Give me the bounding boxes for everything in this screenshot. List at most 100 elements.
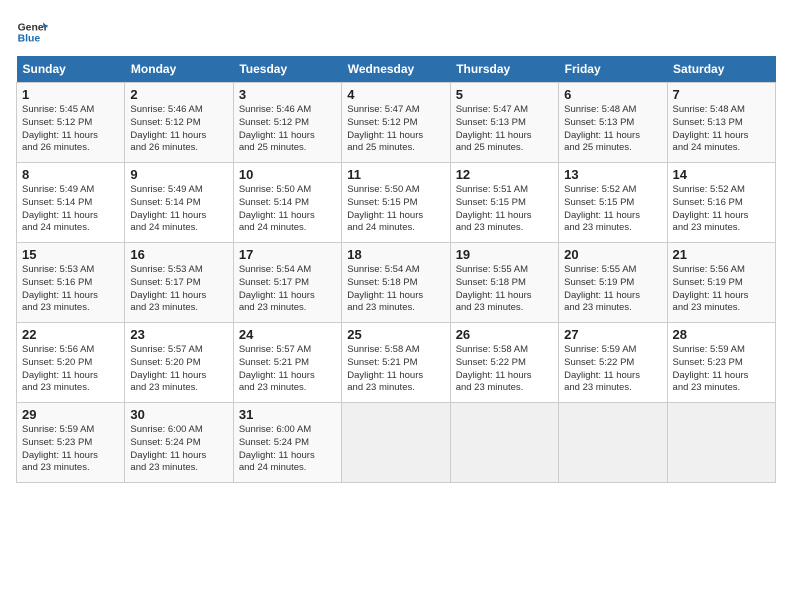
day-number: 9	[130, 167, 227, 182]
calendar-cell: 25 Sunrise: 5:58 AMSunset: 5:21 PMDayligh…	[342, 323, 450, 403]
day-number: 24	[239, 327, 336, 342]
calendar-cell	[450, 403, 558, 483]
day-detail: Sunrise: 5:56 AMSunset: 5:19 PMDaylight:…	[673, 264, 770, 315]
day-number: 2	[130, 87, 227, 102]
day-detail: Sunrise: 6:00 AMSunset: 5:24 PMDaylight:…	[239, 424, 336, 475]
calendar-cell: 6 Sunrise: 5:48 AMSunset: 5:13 PMDaylight…	[559, 83, 667, 163]
day-number: 7	[673, 87, 770, 102]
calendar-cell: 31 Sunrise: 6:00 AMSunset: 5:24 PMDayligh…	[233, 403, 341, 483]
calendar-row: 22Sunrise: 5:56 AMSunset: 5:20 PMDayligh…	[17, 323, 776, 403]
calendar-row: 29 Sunrise: 5:59 AMSunset: 5:23 PMDayligh…	[17, 403, 776, 483]
day-number: 28	[673, 327, 770, 342]
day-number: 17	[239, 247, 336, 262]
day-detail: Sunrise: 5:50 AMSunset: 5:15 PMDaylight:…	[347, 184, 444, 235]
calendar-cell: 24Sunrise: 5:57 AMSunset: 5:21 PMDayligh…	[233, 323, 341, 403]
day-number: 3	[239, 87, 336, 102]
day-number: 21	[673, 247, 770, 262]
calendar-cell: 16 Sunrise: 5:53 AMSunset: 5:17 PMDayligh…	[125, 243, 233, 323]
weekday-cell: Monday	[125, 56, 233, 83]
day-detail: Sunrise: 5:59 AMSunset: 5:22 PMDaylight:…	[564, 344, 661, 395]
day-detail: Sunrise: 5:59 AMSunset: 5:23 PMDaylight:…	[22, 424, 119, 475]
calendar-cell: 12 Sunrise: 5:51 AMSunset: 5:15 PMDayligh…	[450, 163, 558, 243]
calendar-cell	[559, 403, 667, 483]
calendar-row: 8 Sunrise: 5:49 AMSunset: 5:14 PMDaylight…	[17, 163, 776, 243]
day-detail: Sunrise: 5:50 AMSunset: 5:14 PMDaylight:…	[239, 184, 336, 235]
weekday-cell: Wednesday	[342, 56, 450, 83]
day-number: 19	[456, 247, 553, 262]
day-detail: Sunrise: 5:51 AMSunset: 5:15 PMDaylight:…	[456, 184, 553, 235]
day-number: 18	[347, 247, 444, 262]
calendar-cell: 27 Sunrise: 5:59 AMSunset: 5:22 PMDayligh…	[559, 323, 667, 403]
calendar-cell: 19Sunrise: 5:55 AMSunset: 5:18 PMDayligh…	[450, 243, 558, 323]
day-detail: Sunrise: 5:58 AMSunset: 5:22 PMDaylight:…	[456, 344, 553, 395]
day-number: 25	[347, 327, 444, 342]
day-number: 13	[564, 167, 661, 182]
day-number: 23	[130, 327, 227, 342]
day-number: 11	[347, 167, 444, 182]
calendar-row: 1 Sunrise: 5:45 AMSunset: 5:12 PMDaylight…	[17, 83, 776, 163]
day-detail: Sunrise: 5:48 AMSunset: 5:13 PMDaylight:…	[564, 104, 661, 155]
calendar-cell: 9Sunrise: 5:49 AMSunset: 5:14 PMDaylight…	[125, 163, 233, 243]
calendar-cell: 30 Sunrise: 6:00 AMSunset: 5:24 PMDayligh…	[125, 403, 233, 483]
svg-text:Blue: Blue	[18, 34, 41, 45]
calendar-cell: 18 Sunrise: 5:54 AMSunset: 5:18 PMDayligh…	[342, 243, 450, 323]
day-detail: Sunrise: 5:54 AMSunset: 5:17 PMDaylight:…	[239, 264, 336, 315]
day-number: 27	[564, 327, 661, 342]
day-number: 1	[22, 87, 119, 102]
calendar-cell: 20Sunrise: 5:55 AMSunset: 5:19 PMDayligh…	[559, 243, 667, 323]
calendar-cell: 28 Sunrise: 5:59 AMSunset: 5:23 PMDayligh…	[667, 323, 775, 403]
weekday-cell: Thursday	[450, 56, 558, 83]
page-header: General Blue	[16, 16, 776, 48]
day-detail: Sunrise: 5:46 AMSunset: 5:12 PMDaylight:…	[130, 104, 227, 155]
day-number: 30	[130, 407, 227, 422]
weekday-cell: Friday	[559, 56, 667, 83]
day-number: 22	[22, 327, 119, 342]
day-detail: Sunrise: 5:53 AMSunset: 5:16 PMDaylight:…	[22, 264, 119, 315]
day-detail: Sunrise: 5:59 AMSunset: 5:23 PMDaylight:…	[673, 344, 770, 395]
day-number: 4	[347, 87, 444, 102]
calendar-cell: 26 Sunrise: 5:58 AMSunset: 5:22 PMDayligh…	[450, 323, 558, 403]
day-detail: Sunrise: 5:57 AMSunset: 5:20 PMDaylight:…	[130, 344, 227, 395]
day-detail: Sunrise: 5:52 AMSunset: 5:15 PMDaylight:…	[564, 184, 661, 235]
day-detail: Sunrise: 6:00 AMSunset: 5:24 PMDaylight:…	[130, 424, 227, 475]
calendar-cell	[667, 403, 775, 483]
weekday-cell: Tuesday	[233, 56, 341, 83]
calendar-cell: 8 Sunrise: 5:49 AMSunset: 5:14 PMDaylight…	[17, 163, 125, 243]
calendar-cell: 15 Sunrise: 5:53 AMSunset: 5:16 PMDayligh…	[17, 243, 125, 323]
calendar-cell: 11 Sunrise: 5:50 AMSunset: 5:15 PMDayligh…	[342, 163, 450, 243]
day-detail: Sunrise: 5:54 AMSunset: 5:18 PMDaylight:…	[347, 264, 444, 315]
calendar-cell: 5Sunrise: 5:47 AMSunset: 5:13 PMDaylight…	[450, 83, 558, 163]
calendar-row: 15 Sunrise: 5:53 AMSunset: 5:16 PMDayligh…	[17, 243, 776, 323]
day-number: 26	[456, 327, 553, 342]
weekday-cell: Saturday	[667, 56, 775, 83]
calendar-cell: 21 Sunrise: 5:56 AMSunset: 5:19 PMDayligh…	[667, 243, 775, 323]
day-number: 8	[22, 167, 119, 182]
day-detail: Sunrise: 5:45 AMSunset: 5:12 PMDaylight:…	[22, 104, 119, 155]
logo: General Blue	[16, 16, 48, 48]
day-detail: Sunrise: 5:58 AMSunset: 5:21 PMDaylight:…	[347, 344, 444, 395]
day-detail: Sunrise: 5:52 AMSunset: 5:16 PMDaylight:…	[673, 184, 770, 235]
calendar-cell: 17 Sunrise: 5:54 AMSunset: 5:17 PMDayligh…	[233, 243, 341, 323]
day-detail: Sunrise: 5:49 AMSunset: 5:14 PMDaylight:…	[22, 184, 119, 235]
day-number: 31	[239, 407, 336, 422]
day-detail: Sunrise: 5:53 AMSunset: 5:17 PMDaylight:…	[130, 264, 227, 315]
calendar-cell: 22Sunrise: 5:56 AMSunset: 5:20 PMDayligh…	[17, 323, 125, 403]
day-number: 29	[22, 407, 119, 422]
calendar-cell: 13 Sunrise: 5:52 AMSunset: 5:15 PMDayligh…	[559, 163, 667, 243]
calendar-cell: 3Sunrise: 5:46 AMSunset: 5:12 PMDaylight…	[233, 83, 341, 163]
calendar-cell: 10 Sunrise: 5:50 AMSunset: 5:14 PMDayligh…	[233, 163, 341, 243]
calendar-cell	[342, 403, 450, 483]
calendar-cell: 4Sunrise: 5:47 AMSunset: 5:12 PMDaylight…	[342, 83, 450, 163]
day-number: 6	[564, 87, 661, 102]
calendar-cell: 29 Sunrise: 5:59 AMSunset: 5:23 PMDayligh…	[17, 403, 125, 483]
day-number: 10	[239, 167, 336, 182]
logo-icon: General Blue	[16, 16, 48, 48]
calendar-cell: 7Sunrise: 5:48 AMSunset: 5:13 PMDaylight…	[667, 83, 775, 163]
day-number: 16	[130, 247, 227, 262]
day-number: 15	[22, 247, 119, 262]
calendar-table: SundayMondayTuesdayWednesdayThursdayFrid…	[16, 56, 776, 483]
weekday-cell: Sunday	[17, 56, 125, 83]
day-number: 12	[456, 167, 553, 182]
day-detail: Sunrise: 5:47 AMSunset: 5:13 PMDaylight:…	[456, 104, 553, 155]
weekday-header-row: SundayMondayTuesdayWednesdayThursdayFrid…	[17, 56, 776, 83]
